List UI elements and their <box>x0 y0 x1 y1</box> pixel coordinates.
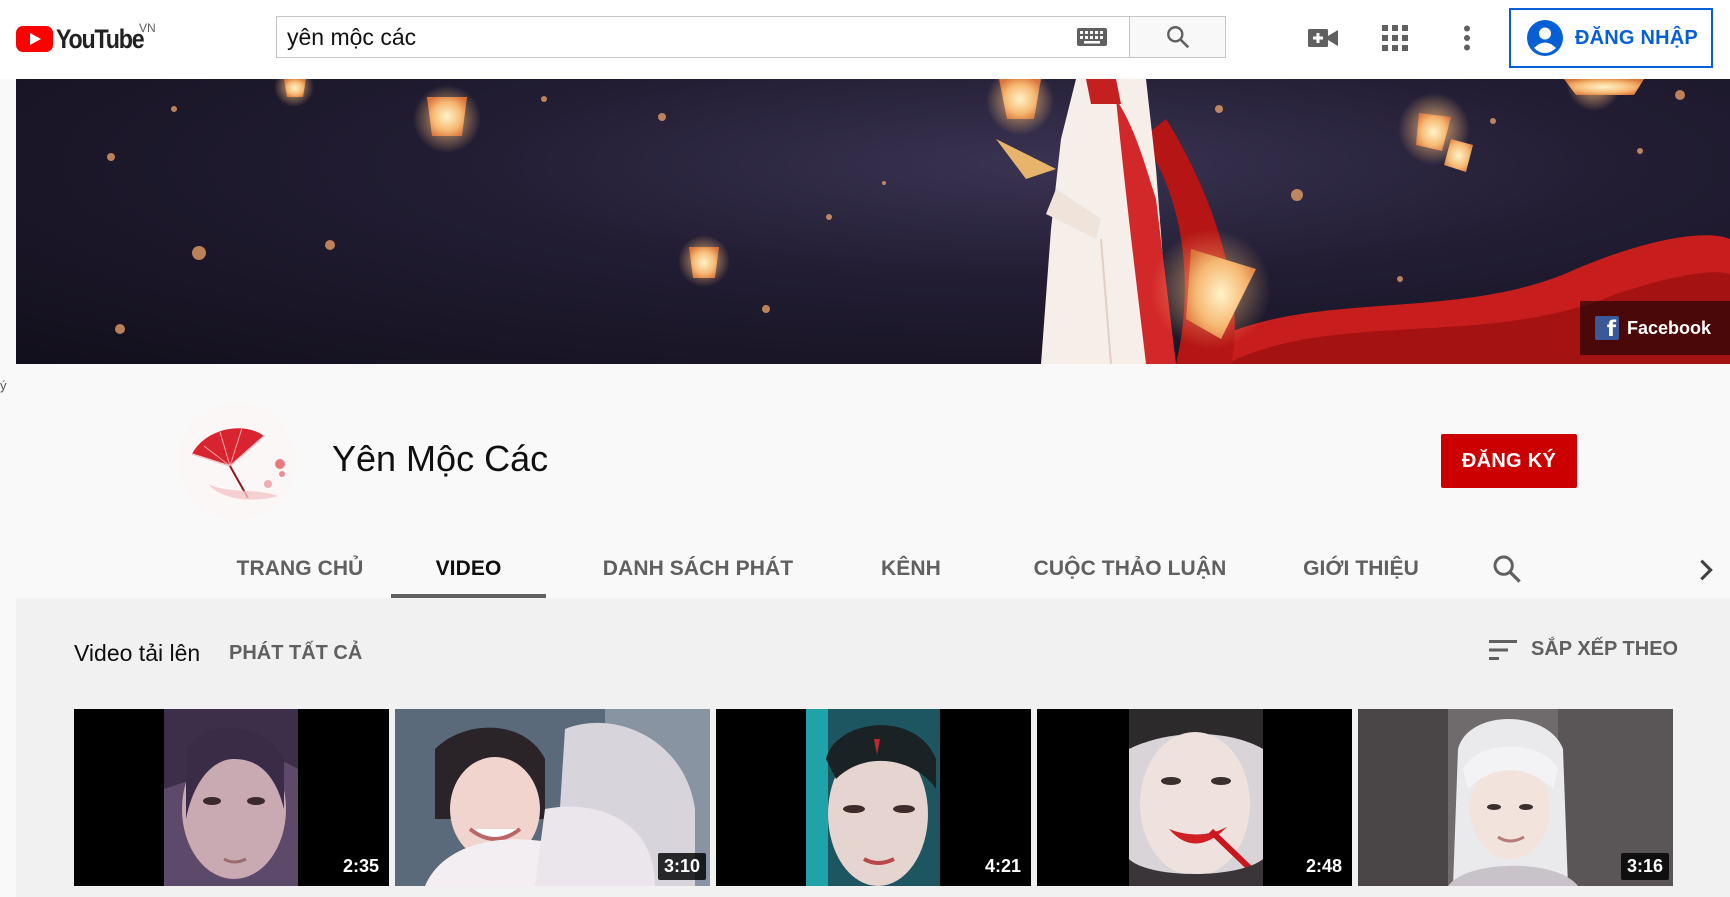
sort-by-button[interactable]: SẮP XẾP THEO <box>1489 638 1678 661</box>
sign-in-button[interactable]: ĐĂNG NHẬP <box>1509 8 1713 68</box>
uploads-section: Video tải lên PHÁT TẤT CẢ SẮP XẾP THEO 2… <box>16 598 1730 897</box>
red-umbrella-avatar-art <box>178 402 296 520</box>
chevron-right-icon[interactable] <box>1692 556 1720 584</box>
tab-discussion[interactable]: CUỘC THẢO LUẬN <box>1010 540 1250 598</box>
channel-header: Yên Mộc Các ĐĂNG KÝ TRANG CHỦ VIDEO DANH… <box>16 376 1730 598</box>
sort-by-label: SẮP XẾP THEO <box>1531 638 1679 660</box>
tab-home[interactable]: TRANG CHỦ <box>210 540 390 598</box>
country-code: VN <box>139 21 156 35</box>
youtube-logo[interactable]: YouTube <box>16 22 158 56</box>
video-item[interactable]: 4:21 <box>716 709 1031 886</box>
video-item[interactable]: 3:16 <box>1358 709 1673 886</box>
video-duration: 3:10 <box>657 853 706 880</box>
apps-grid-icon <box>1382 25 1408 51</box>
video-camera-icon <box>1308 29 1338 47</box>
more-vertical-icon <box>1464 25 1470 51</box>
video-item[interactable]: 3:10 <box>395 709 710 886</box>
logo-text: YouTube <box>56 23 145 54</box>
tab-channels[interactable]: KÊNH <box>856 540 966 598</box>
settings-menu-button[interactable] <box>1451 22 1483 54</box>
sign-in-label: ĐĂNG NHẬP <box>1575 26 1698 49</box>
edge-text-fragment: ý <box>0 378 7 393</box>
video-item[interactable]: 2:48 <box>1037 709 1352 886</box>
facebook-link[interactable]: f Facebook <box>1580 301 1730 355</box>
video-duration: 2:35 <box>336 853 385 880</box>
search-box <box>276 16 1130 58</box>
facebook-link-label: Facebook <box>1627 317 1712 338</box>
video-thumbnail <box>806 709 940 886</box>
masthead: YouTube VN yên mộc các ĐĂNG NHẬP <box>0 0 1730 79</box>
search-icon[interactable] <box>1491 553 1523 585</box>
youtube-play-icon <box>16 26 53 52</box>
video-item[interactable]: 2:35 <box>74 709 389 886</box>
channel-avatar[interactable] <box>178 402 296 520</box>
account-circle-icon <box>1527 20 1563 56</box>
channel-tabs: TRANG CHỦ VIDEO DANH SÁCH PHÁT KÊNH CUỘC… <box>16 540 1730 598</box>
video-thumbnail <box>164 709 298 886</box>
facebook-icon: f <box>1595 316 1619 340</box>
search-button[interactable] <box>1130 16 1226 58</box>
play-all-button[interactable]: PHÁT TẤT CẢ <box>229 642 362 665</box>
tab-playlists[interactable]: DANH SÁCH PHÁT <box>583 540 813 598</box>
subscribe-button[interactable]: ĐĂNG KÝ <box>1441 434 1577 488</box>
create-video-button[interactable] <box>1307 22 1339 54</box>
search-icon <box>1166 26 1189 49</box>
uploads-title: Video tải lên <box>74 640 201 666</box>
video-duration: 4:21 <box>978 853 1027 880</box>
tab-about[interactable]: GIỚI THIỆU <box>1286 540 1436 598</box>
search-input[interactable] <box>277 18 1077 56</box>
banner-artwork <box>107 79 1730 364</box>
keyboard-icon[interactable] <box>1077 28 1107 46</box>
video-duration: 2:48 <box>1299 853 1348 880</box>
video-duration: 3:16 <box>1620 853 1669 880</box>
sort-icon <box>1489 639 1517 660</box>
apps-button[interactable] <box>1379 22 1411 54</box>
video-thumbnail <box>1129 709 1263 886</box>
channel-title: Yên Mộc Các <box>332 438 549 479</box>
channel-banner: f Facebook <box>16 79 1730 364</box>
tab-videos[interactable]: VIDEO <box>391 540 546 598</box>
